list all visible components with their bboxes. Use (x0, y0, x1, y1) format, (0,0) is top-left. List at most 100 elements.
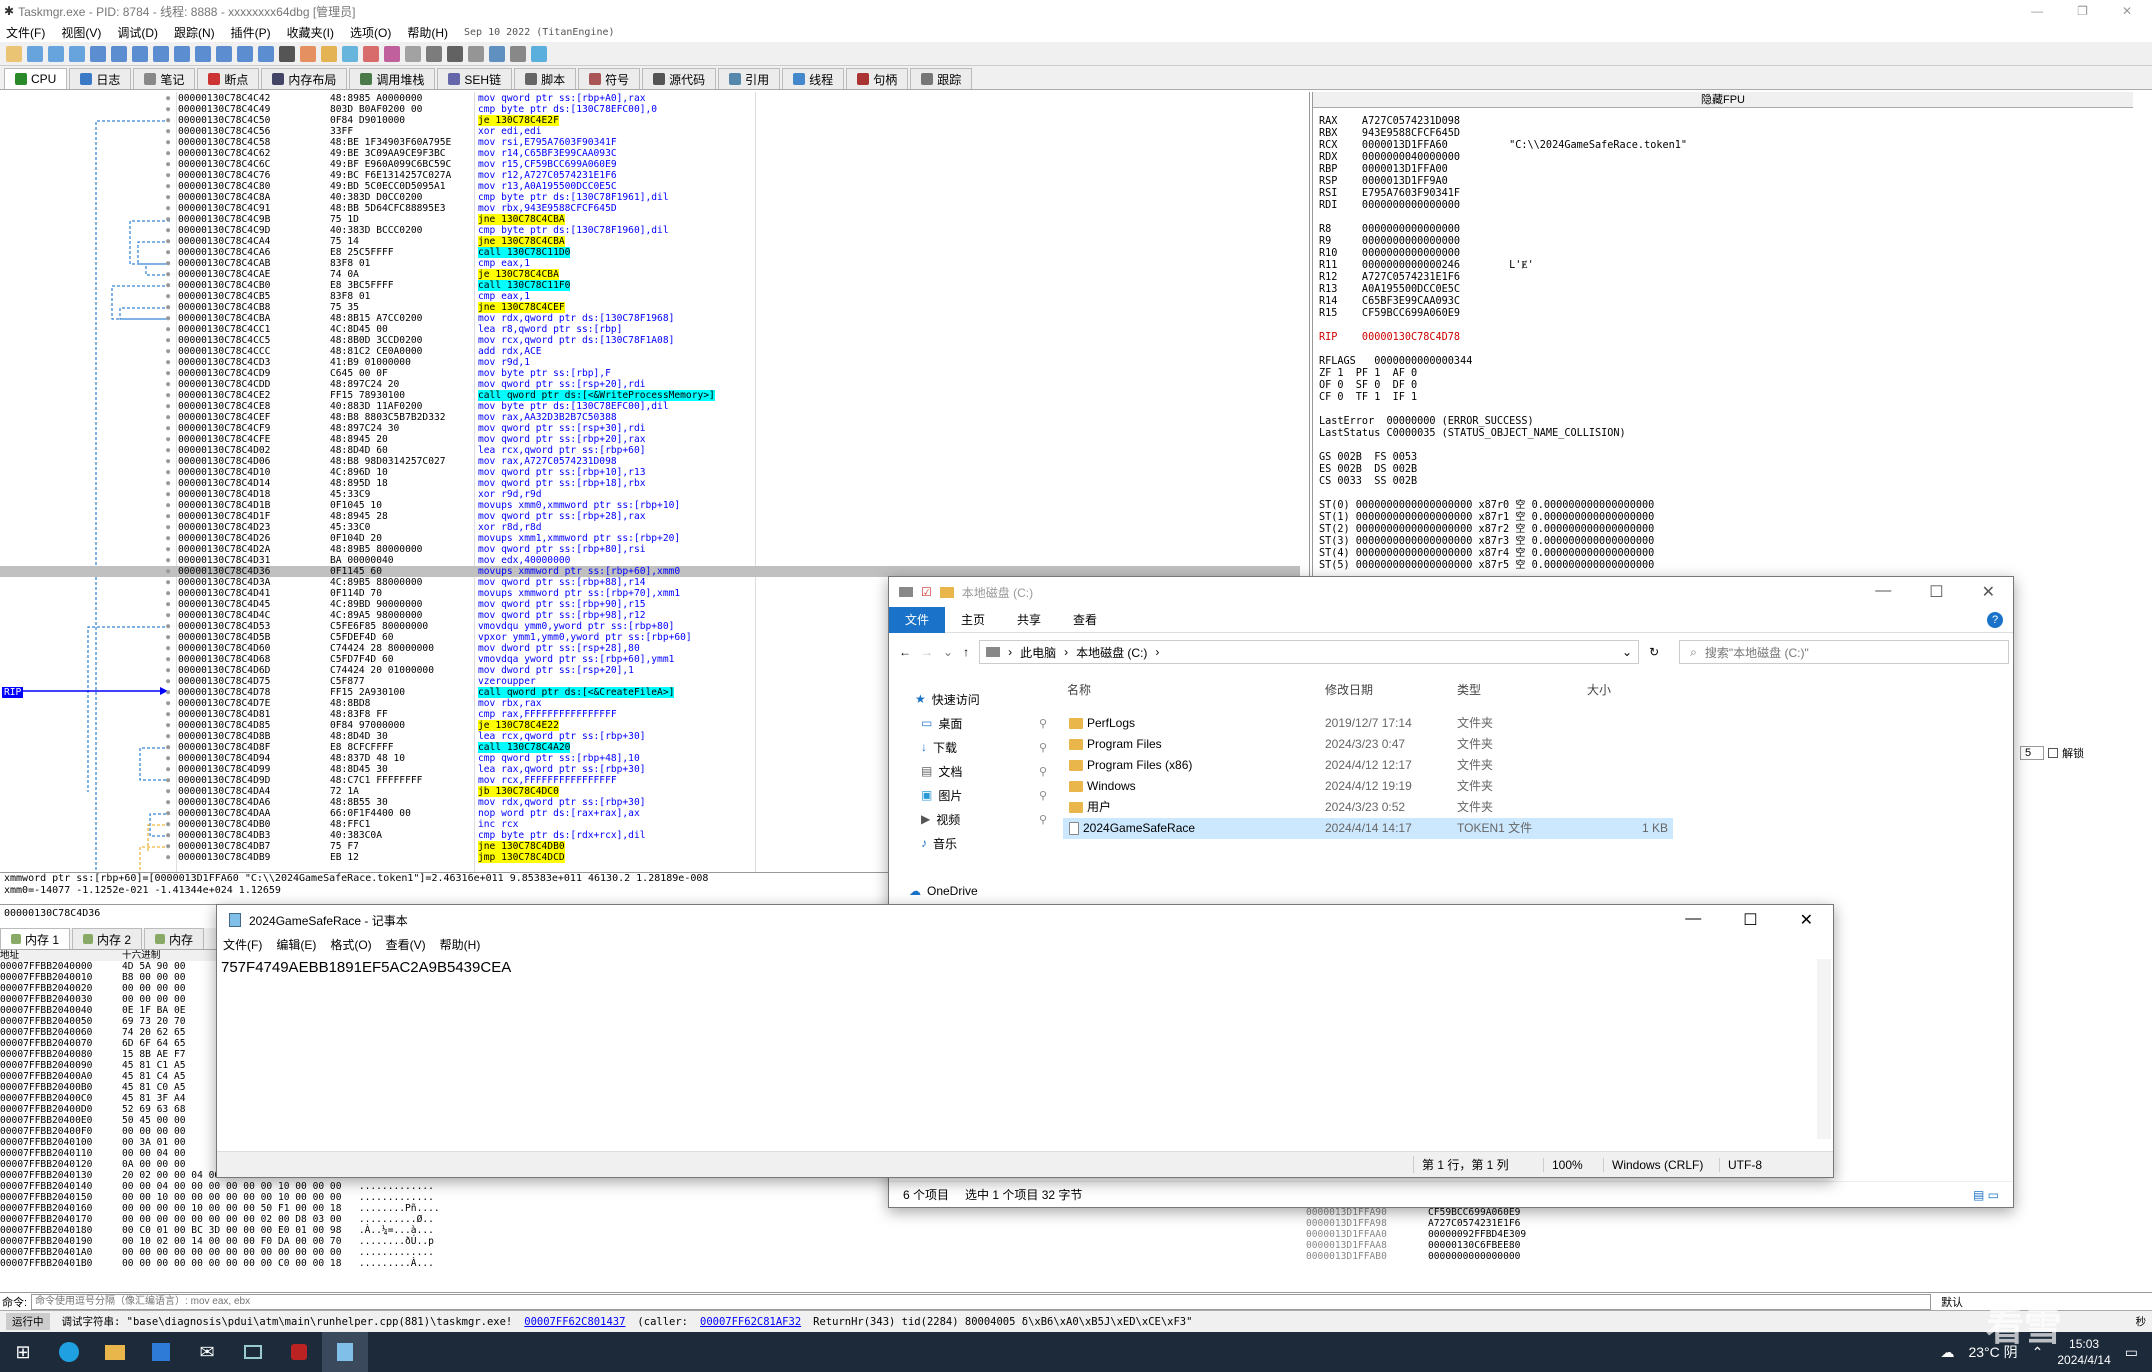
disasm-row[interactable]: ● 00000130C78C4C42 48:8985 A0000000 mov qwo… (0, 93, 1300, 104)
disasm-row[interactable]: ● 00000130C78C4C9B 75 1D jne 130C78C4CBA (0, 214, 1300, 225)
register-row[interactable]: R8 0000000000000000 (1319, 224, 1460, 236)
toolbar-icon-25[interactable] (531, 45, 547, 62)
toolbar-icon-0[interactable] (6, 45, 22, 62)
dump-row[interactable]: 00007FFBB2040140 00 00 04 00 00 00 00 00 … (0, 1181, 434, 1192)
command-mode[interactable]: 默认 (1941, 1294, 1963, 1310)
breakpoint-dot[interactable]: ● (166, 368, 170, 379)
ribbon-tab-2[interactable]: 共享 (1001, 607, 1057, 633)
ribbon-tab-1[interactable]: 主页 (945, 607, 1001, 633)
tab-5[interactable]: 调用堆栈 (349, 68, 436, 89)
dump-row[interactable]: 00007FFBB2040180 00 C0 01 00 BC 3D 00 00 … (0, 1225, 434, 1236)
disasm-row[interactable]: ● 00000130C78C4CAB 83F8 01 cmp eax,1 (0, 258, 1300, 269)
breakpoint-dot[interactable]: ● (166, 346, 170, 357)
register-row[interactable]: R11 0000000000000246 L'Ɇ' (1319, 260, 1534, 272)
disasm-row[interactable]: ● 00000130C78C4CC5 48:8B0D 3CCD0200 mov rcx… (0, 335, 1300, 346)
toolbar-icon-18[interactable] (384, 45, 400, 62)
taskbar-debugger[interactable] (276, 1332, 322, 1372)
breakpoint-dot[interactable]: ● (166, 643, 170, 654)
disasm-row[interactable]: ● 00000130C78C4D14 48:895D 18 mov qword ptr… (0, 478, 1300, 489)
disasm-row[interactable]: ● 00000130C78C4C50 0F84 D9010000 je 130C78C… (0, 115, 1300, 126)
maximize-button[interactable]: ❐ (2077, 4, 2088, 18)
stack-row[interactable]: 0000013D1FFAA8 00000130C6FBEE80 (1306, 1240, 1520, 1251)
register-row[interactable]: GS 002B FS 0053 (1319, 452, 1417, 464)
dump-row[interactable]: 00007FFBB2040010 B8 00 00 00 (0, 972, 186, 983)
breakpoint-dot[interactable]: ● (166, 775, 170, 786)
breakpoint-dot[interactable]: ● (166, 489, 170, 500)
breakpoint-dot[interactable]: ● (166, 742, 170, 753)
disasm-row[interactable]: ● 00000130C78C4D2A 48:89B5 80000000 mov qwo… (0, 544, 1300, 555)
disasm-row[interactable]: ● 00000130C78C4D31 BA 00000040 mov edx,4000… (0, 555, 1300, 566)
stack-view[interactable]: 0000013D1FFA88C65BF3E99CAA093C0000013D1F… (1300, 1196, 1550, 1296)
disasm-row[interactable]: ● 00000130C78C4CB0 E8 3BC5FFFF call 130C78C… (0, 280, 1300, 291)
disasm-row[interactable]: ● 00000130C78C4C58 48:BE 1F34903F60A795E mo… (0, 137, 1300, 148)
register-row[interactable]: R10 0000000000000000 (1319, 248, 1460, 260)
notepad-menu-item[interactable]: 格式(O) (330, 936, 371, 953)
tab-0[interactable]: CPU (4, 68, 68, 89)
file-row[interactable]: 用户 2024/3/23 0:52 文件夹 (1063, 797, 1673, 818)
debug-link-2[interactable]: 00007FF62C81AF32 (700, 1316, 801, 1328)
breakpoint-dot[interactable]: ● (166, 665, 170, 676)
disasm-row[interactable]: ● 00000130C78C4C9D 40:383D BCCC0200 cmp byt… (0, 225, 1300, 236)
register-row[interactable]: CS 0033 SS 002B (1319, 476, 1417, 488)
dump-row[interactable]: 00007FFBB20400D0 52 69 63 68 (0, 1104, 186, 1115)
toolbar-icon-11[interactable] (237, 45, 253, 62)
nav-item-1[interactable]: ▭ 桌面 ⚲ (889, 711, 1057, 735)
breakpoint-dot[interactable]: ● (166, 852, 170, 863)
breakpoint-dot[interactable]: ● (166, 148, 170, 159)
breakpoint-dot[interactable]: ● (166, 456, 170, 467)
breakpoint-dot[interactable]: ● (166, 159, 170, 170)
registers-panel[interactable]: 隐藏FPU RAX A727C0574231D098 RBX 943E9588CF… (1312, 92, 2152, 582)
disasm-row[interactable]: ● 00000130C78C4CE2 FF15 78930100 call qword… (0, 390, 1300, 401)
breakpoint-dot[interactable]: ● (166, 654, 170, 665)
notepad-menu-item[interactable]: 编辑(E) (276, 936, 316, 953)
breakpoint-dot[interactable]: ● (166, 533, 170, 544)
breakpoint-dot[interactable]: ● (166, 324, 170, 335)
tab-13[interactable]: 跟踪 (910, 68, 973, 89)
nav-item-3[interactable]: ▤ 文档 ⚲ (889, 759, 1057, 783)
disasm-row[interactable]: ● 00000130C78C4D26 0F104D 20 movups xmm1,xm… (0, 533, 1300, 544)
breakpoint-dot[interactable]: ● (166, 170, 170, 181)
disasm-row[interactable]: ● 00000130C78C4D1B 0F1045 10 movups xmm0,xm… (0, 500, 1300, 511)
tab-4[interactable]: 内存布局 (261, 68, 348, 89)
up-icon[interactable]: ↑ (963, 645, 969, 659)
breakpoint-dot[interactable]: ● (166, 93, 170, 104)
disasm-row[interactable]: ● 00000130C78C4CF9 48:897C24 30 mov qword p… (0, 423, 1300, 434)
breakpoint-dot[interactable]: ● (166, 830, 170, 841)
register-row[interactable]: RAX A727C0574231D098 (1319, 116, 1460, 128)
register-row[interactable]: ST(3) 0000000000000000000 x87r3 空 0.0000… (1319, 536, 1654, 548)
dump-row[interactable]: 00007FFBB2040030 00 00 00 00 (0, 994, 186, 1005)
menu-item[interactable]: 跟踪(N) (174, 24, 215, 41)
file-row[interactable]: Windows 2024/4/12 19:19 文件夹 (1063, 776, 1673, 797)
disasm-row[interactable]: ● 00000130C78C4CE8 40:883D 11AF0200 mov byt… (0, 401, 1300, 412)
disasm-row[interactable]: ● 00000130C78C4D18 45:33C9 xor r9d,r9d (0, 489, 1300, 500)
breakpoint-dot[interactable]: ● (166, 808, 170, 819)
breakpoint-dot[interactable]: ● (166, 269, 170, 280)
register-row[interactable]: RCX 0000013D1FFA60 "C:\\2024GameSafeRace… (1319, 140, 1687, 152)
register-row[interactable]: ST(1) 0000000000000000000 x87r1 空 0.0000… (1319, 512, 1654, 524)
breakpoint-dot[interactable]: ● (166, 104, 170, 115)
disasm-row[interactable]: ● 00000130C78C4CA4 75 14 jne 130C78C4CBA (0, 236, 1300, 247)
breakpoint-dot[interactable]: ● (166, 467, 170, 478)
breakpoint-dot[interactable]: ● (166, 302, 170, 313)
breakpoint-dot[interactable]: ● (166, 280, 170, 291)
close-button[interactable]: ✕ (1800, 910, 1813, 930)
file-row[interactable]: 2024GameSafeRace 2024/4/14 14:17 TOKEN1 文件… (1063, 818, 1673, 839)
menu-item[interactable]: 调试(D) (117, 24, 158, 41)
path-segment[interactable]: 本地磁盘 (C:) (1076, 644, 1147, 661)
dump-row[interactable]: 00007FFBB2040150 00 00 10 00 00 00 00 00 … (0, 1192, 434, 1203)
toolbar-icon-23[interactable] (489, 45, 505, 62)
breakpoint-dot[interactable]: ● (166, 786, 170, 797)
file-row[interactable]: PerfLogs 2019/12/7 17:14 文件夹 (1063, 713, 1673, 734)
disasm-row[interactable]: ● 00000130C78C4CD9 C645 00 0F mov byte ptr … (0, 368, 1300, 379)
tab-8[interactable]: 符号 (578, 68, 641, 89)
breakpoint-dot[interactable]: ● (166, 676, 170, 687)
toolbar-icon-15[interactable] (321, 45, 337, 62)
breakpoint-dot[interactable]: ● (166, 247, 170, 258)
dump-tab-1[interactable]: 内存 1 (0, 928, 71, 949)
register-row[interactable]: CF 0 TF 1 IF 1 (1319, 392, 1417, 404)
disasm-row[interactable]: ● 00000130C78C4D10 4C:896D 10 mov qword ptr… (0, 467, 1300, 478)
nav-item-2[interactable]: ↓ 下载 ⚲ (889, 735, 1057, 759)
breakpoint-dot[interactable]: ● (166, 225, 170, 236)
tab-6[interactable]: SEH链 (437, 68, 513, 89)
menu-item[interactable]: 插件(P) (231, 24, 271, 41)
